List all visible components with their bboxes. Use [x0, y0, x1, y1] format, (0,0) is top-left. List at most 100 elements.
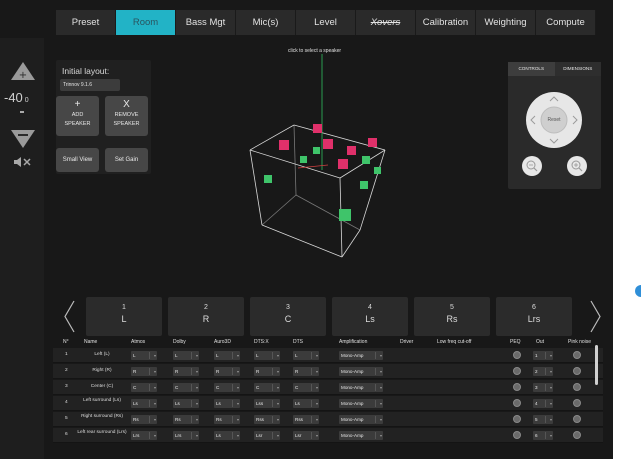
auro3d-select[interactable]: Ls ▾: [214, 431, 240, 440]
output-select[interactable]: 2 ▾: [533, 367, 553, 376]
chevron-right-icon[interactable]: [585, 297, 605, 336]
speaker-marker[interactable]: [338, 159, 348, 169]
dtsx-select[interactable]: L ▾: [254, 351, 280, 360]
dtsx-select[interactable]: Rss ▾: [254, 415, 280, 424]
amplification-select[interactable]: Mono-Amp ▾: [339, 415, 383, 424]
speaker-card[interactable]: 2R: [168, 297, 244, 336]
atmos-select[interactable]: Lrs ▾: [131, 431, 157, 440]
amplification-select[interactable]: Mono-Amp ▾: [339, 367, 383, 376]
dtsx-select[interactable]: Lss ▾: [254, 399, 280, 408]
speaker-marker[interactable]: [360, 181, 368, 189]
amplification-select[interactable]: Mono-Amp ▾: [339, 383, 383, 392]
amplification-select[interactable]: Mono-Amp ▾: [339, 351, 383, 360]
select-divider: [191, 416, 192, 423]
peq-toggle[interactable]: [513, 399, 521, 407]
output-select[interactable]: 3 ▾: [533, 383, 553, 392]
dts-select-value: L: [295, 353, 298, 358]
speaker-marker[interactable]: [362, 156, 370, 164]
speaker-marker[interactable]: [313, 147, 320, 154]
dts-select[interactable]: Rss ▾: [293, 415, 319, 424]
column-header: Driver: [400, 339, 414, 345]
auro3d-select[interactable]: Rs ▾: [214, 415, 240, 424]
zoom-in-icon[interactable]: [567, 156, 587, 176]
speaker-marker[interactable]: [339, 209, 351, 221]
speaker-card[interactable]: 3C: [250, 297, 326, 336]
zoom-out-icon[interactable]: [522, 156, 542, 176]
peq-toggle[interactable]: [513, 383, 521, 391]
atmos-select[interactable]: Rs ▾: [131, 415, 157, 424]
speaker-card[interactable]: 4 Ls: [332, 297, 408, 336]
output-select[interactable]: 5 ▾: [533, 415, 553, 424]
table-scrollbar[interactable]: [595, 345, 598, 385]
peq-toggle[interactable]: [513, 415, 521, 423]
speaker-marker[interactable]: [323, 139, 333, 149]
dolby-select[interactable]: Ls ▾: [173, 399, 199, 408]
dolby-select[interactable]: L ▾: [173, 351, 199, 360]
speaker-marker[interactable]: [368, 138, 377, 147]
atmos-select[interactable]: R ▾: [131, 367, 157, 376]
dts-select[interactable]: Lsr ▾: [293, 431, 319, 440]
chevron-left-icon[interactable]: [60, 297, 80, 336]
app-window: Preset Room Bass Mgt Mic(s) Level Xovers Calib…: [0, 0, 641, 459]
pink-noise-toggle[interactable]: [573, 367, 581, 375]
dts-select[interactable]: L ▾: [293, 351, 319, 360]
speaker-card[interactable]: 1L: [86, 297, 162, 336]
dolby-select[interactable]: R ▾: [173, 367, 199, 376]
dtsx-select[interactable]: C ▾: [254, 383, 280, 392]
output-select[interactable]: 4 ▾: [533, 399, 553, 408]
table-row[interactable]: 6 Left rear surround (Lrs) Lrs ▾ Lrs ▾ Ls ▾ Lsr ▾…: [53, 428, 603, 443]
speaker-marker[interactable]: [347, 146, 356, 155]
output-select[interactable]: 6 ▾: [533, 431, 553, 440]
speaker-marker[interactable]: [300, 156, 307, 163]
amplification-select[interactable]: Mono-Amp ▾: [339, 431, 383, 440]
view-controls-panel: CONTROLS DIMENSIONS Reset: [508, 62, 601, 189]
auro3d-select[interactable]: C ▾: [214, 383, 240, 392]
side-panel-handle[interactable]: [635, 285, 641, 297]
table-row[interactable]: 1 Left (L) L ▾ L ▾ L ▾ L ▾ L ▾ Mono-Amp ▾ 1 ▾: [53, 348, 603, 363]
dolby-select[interactable]: Rs ▾: [173, 415, 199, 424]
speaker-marker[interactable]: [279, 140, 289, 150]
peq-toggle[interactable]: [513, 351, 521, 359]
auro3d-select[interactable]: L ▾: [214, 351, 240, 360]
auro3d-select[interactable]: Ls ▾: [214, 399, 240, 408]
dtsx-select[interactable]: Lsr ▾: [254, 431, 280, 440]
select-divider: [232, 384, 233, 391]
auro3d-select[interactable]: R ▾: [214, 367, 240, 376]
dts-select[interactable]: R ▾: [293, 367, 319, 376]
output-select[interactable]: 1 ▾: [533, 351, 553, 360]
speaker-marker[interactable]: [374, 167, 381, 174]
speaker-name: Left (L): [94, 352, 110, 357]
speaker-marker[interactable]: [264, 175, 272, 183]
table-row[interactable]: 3 Center (C) C ▾ C ▾ C ▾ C ▾ C ▾ Mono-Amp ▾ 3 ▾: [53, 380, 603, 395]
chevron-down-icon: ▾: [276, 433, 279, 438]
select-divider: [272, 384, 273, 391]
speaker-card[interactable]: 5 Rs: [414, 297, 490, 336]
speaker-card[interactable]: 6 Lrs: [496, 297, 572, 336]
table-row[interactable]: 2 Right (R) R ▾ R ▾ R ▾ R ▾ R ▾ Mono-Amp ▾ 2 ▾: [53, 364, 603, 379]
dolby-select[interactable]: Lrs ▾: [173, 431, 199, 440]
select-divider: [191, 400, 192, 407]
dts-select[interactable]: Ls ▾: [293, 399, 319, 408]
speaker-marker[interactable]: [313, 124, 322, 133]
dtsx-select[interactable]: R ▾: [254, 367, 280, 376]
pink-noise-toggle[interactable]: [573, 351, 581, 359]
pink-noise-toggle[interactable]: [573, 383, 581, 391]
select-divider: [191, 368, 192, 375]
table-row[interactable]: 5 Right surround (Rs) Rs ▾ Rs ▾ Rs ▾ Rss ▾ Rss ▾ Mon…: [53, 412, 603, 427]
peq-toggle[interactable]: [513, 431, 521, 439]
atmos-select[interactable]: L ▾: [131, 351, 157, 360]
chevron-down-icon: ▾: [276, 353, 279, 358]
amplification-select[interactable]: Mono-Amp ▾: [339, 399, 383, 408]
pink-noise-toggle[interactable]: [573, 399, 581, 407]
pink-noise-toggle[interactable]: [573, 415, 581, 423]
atmos-select[interactable]: C ▾: [131, 383, 157, 392]
chevron-down-icon: ▾: [315, 433, 318, 438]
table-row[interactable]: 4 Left surround (Ls) Ls ▾ Ls ▾ Ls ▾ Lss ▾ Ls ▾ Mono-…: [53, 396, 603, 411]
pink-noise-toggle[interactable]: [573, 431, 581, 439]
peq-toggle[interactable]: [513, 367, 521, 375]
row-number: 3: [65, 384, 68, 389]
atmos-select[interactable]: Ls ▾: [131, 399, 157, 408]
chevron-down-icon: ▾: [236, 433, 239, 438]
dolby-select[interactable]: C ▾: [173, 383, 199, 392]
dts-select[interactable]: C ▾: [293, 383, 319, 392]
